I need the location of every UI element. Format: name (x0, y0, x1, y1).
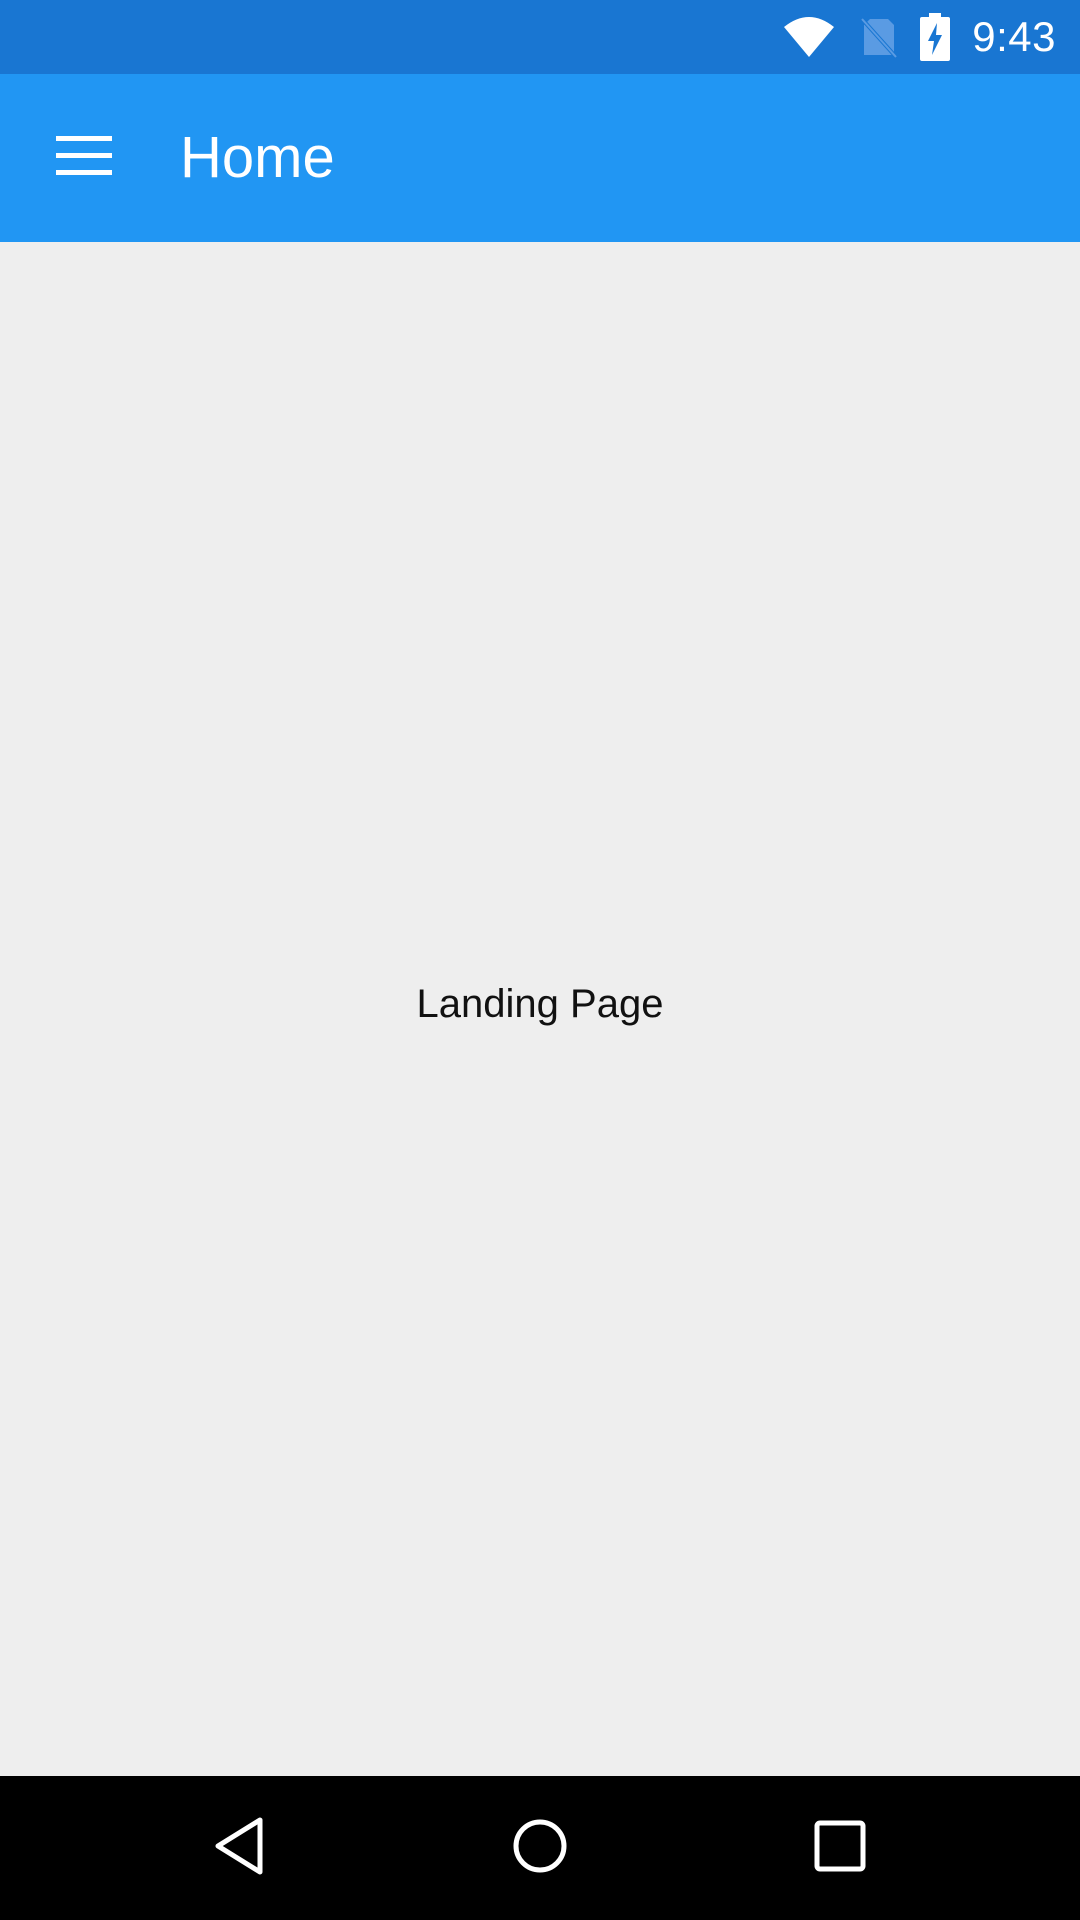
no-sim-icon (858, 15, 898, 59)
home-button[interactable] (490, 1798, 590, 1898)
main-content: Landing Page (0, 242, 1080, 1776)
status-bar: 9:43 (0, 0, 1080, 74)
page-title: Home (180, 125, 335, 190)
status-icons: 9:43 (782, 0, 1056, 74)
battery-charging-icon (920, 13, 951, 61)
screen: 9:43 Home Landing Page (0, 0, 1080, 1920)
wifi-icon (782, 15, 836, 59)
recents-icon (812, 1818, 868, 1879)
hamburger-menu-icon (56, 135, 112, 181)
recents-button[interactable] (790, 1798, 890, 1898)
menu-button[interactable] (28, 108, 140, 208)
back-button[interactable] (190, 1798, 290, 1898)
back-icon (210, 1814, 270, 1883)
home-icon (510, 1816, 570, 1881)
navigation-bar (0, 1776, 1080, 1920)
status-clock: 9:43 (972, 13, 1056, 60)
app-bar: Home (0, 74, 1080, 242)
landing-page-text: Landing Page (416, 982, 664, 1026)
